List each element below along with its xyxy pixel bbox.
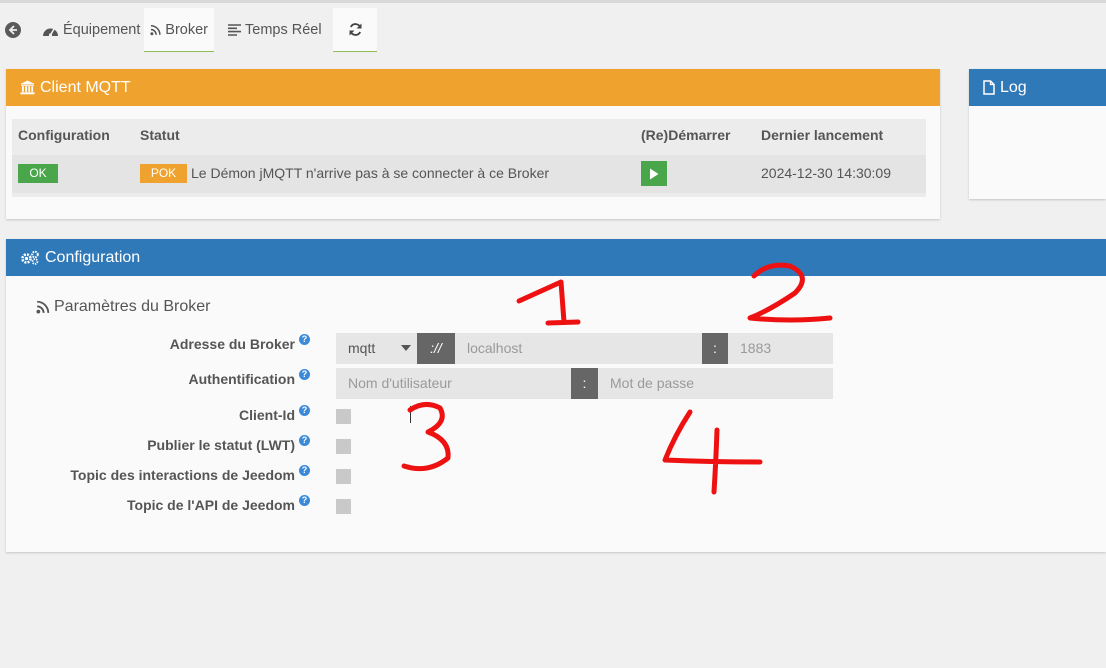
annotation-3 [401, 402, 451, 472]
annotation-4 [662, 409, 763, 495]
annotation-1 [516, 279, 581, 326]
annotation-2 [747, 262, 833, 323]
annotation-overlay [401, 262, 833, 495]
